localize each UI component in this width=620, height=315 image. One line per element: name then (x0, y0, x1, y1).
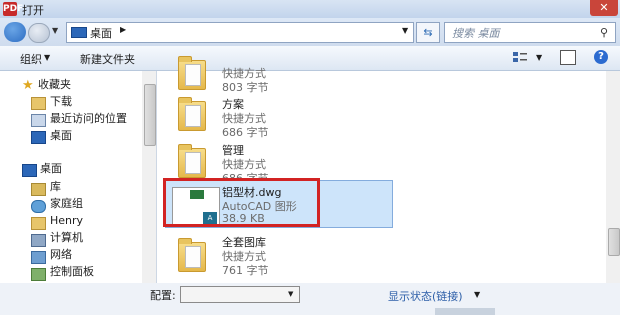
open-button[interactable] (435, 308, 495, 315)
computer-icon (31, 234, 46, 247)
folder-shortcut-icon[interactable] (178, 56, 206, 90)
view-dropdown[interactable]: ▼ (536, 53, 542, 62)
folder-shortcut-icon[interactable] (178, 144, 206, 178)
folder-shortcut-icon[interactable] (178, 97, 206, 131)
sidebar-item-library[interactable]: 库 (50, 179, 61, 195)
folder-shortcut-icon[interactable] (178, 238, 206, 272)
address-dropdown[interactable]: ▼ (402, 26, 408, 35)
app-icon: PDF (3, 2, 24, 16)
address-bar[interactable] (66, 22, 414, 43)
desktop-icon (71, 27, 87, 38)
dialog-footer (0, 283, 620, 315)
recent-pages-dropdown[interactable]: ▼ (52, 26, 58, 35)
refresh-button[interactable]: ⇆ (416, 22, 440, 43)
maximize-button[interactable] (566, 0, 588, 16)
desktop-icon (31, 131, 46, 144)
config-label: 配置: (150, 289, 176, 302)
sidebar-item-user[interactable]: Henry (50, 213, 83, 229)
downloads-icon (31, 97, 46, 110)
user-folder-icon (31, 217, 46, 230)
sidebar-item-recent[interactable]: 最近访问的位置 (50, 111, 127, 127)
recent-places-icon (31, 114, 46, 127)
help-icon[interactable]: ? (594, 50, 608, 64)
desktop-icon (22, 164, 37, 177)
network-icon (31, 251, 46, 264)
star-icon: ★ (22, 78, 34, 93)
view-options-icon[interactable] (512, 51, 528, 63)
chevron-right-icon[interactable]: ▶ (120, 25, 126, 34)
chevron-down-icon[interactable]: ▼ (288, 290, 293, 298)
close-button[interactable]: ✕ (590, 0, 618, 16)
window-title: 打开 (22, 4, 44, 17)
chevron-down-icon[interactable]: ▼ (474, 290, 480, 299)
file-size: 686 字节 (222, 126, 269, 139)
sidebar-item-network[interactable]: 网络 (50, 247, 72, 263)
chevron-down-icon[interactable]: ▼ (44, 53, 50, 62)
sidebar-item-homegroup[interactable]: 家庭组 (50, 196, 83, 212)
sidebar-item-control-panel[interactable]: 控制面板 (50, 264, 94, 280)
search-placeholder: 搜索 桌面 (452, 27, 500, 40)
title-bar (0, 0, 620, 18)
file-size: 803 字节 (222, 81, 269, 94)
config-select[interactable] (180, 286, 300, 303)
preview-pane-icon[interactable] (560, 50, 576, 65)
status-link-dropdown[interactable]: 显示状态(链接) (388, 288, 463, 304)
sidebar-desktop-header[interactable]: 桌面 (40, 161, 62, 177)
red-highlight-box (163, 178, 320, 227)
address-path[interactable]: 桌面 (90, 25, 112, 41)
forward-button[interactable] (28, 23, 50, 43)
back-button[interactable] (4, 22, 26, 42)
file-list-scroll-thumb[interactable] (608, 228, 620, 256)
sidebar-item-desktop-fav[interactable]: 桌面 (50, 128, 72, 144)
homegroup-icon (31, 200, 46, 213)
sidebar-item-downloads[interactable]: 下载 (50, 94, 72, 110)
minimize-button[interactable] (542, 0, 564, 16)
file-size: 761 字节 (222, 264, 269, 277)
navigation-pane (0, 71, 157, 283)
library-icon (31, 183, 46, 196)
search-icon[interactable]: ⚲ (600, 26, 608, 39)
control-panel-icon (31, 268, 46, 281)
sidebar-scroll-thumb[interactable] (144, 84, 156, 146)
sidebar-item-computer[interactable]: 计算机 (50, 230, 83, 246)
organize-button[interactable]: 组织 (20, 51, 42, 67)
new-folder-button[interactable]: 新建文件夹 (80, 51, 135, 67)
sidebar-favorites-header[interactable]: 收藏夹 (38, 77, 71, 93)
